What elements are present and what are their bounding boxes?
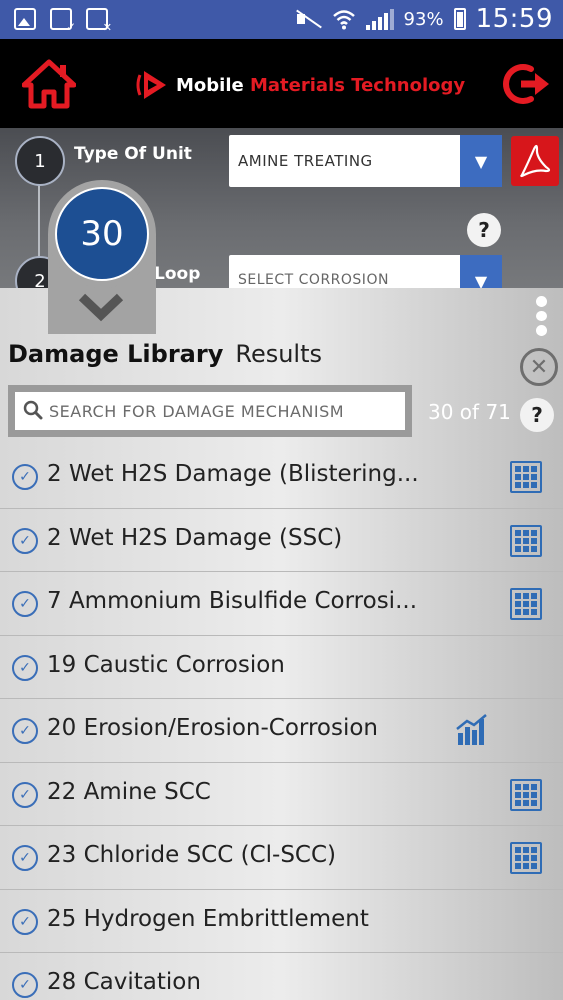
search-icon [23, 400, 43, 420]
list-item[interactable]: ✓ 22 Amine SCC [0, 763, 563, 826]
checkmark-icon[interactable]: ✓ [12, 591, 38, 617]
damage-mechanism-name: 7 Ammonium Bisulfide Corrosi... [47, 588, 417, 614]
damage-mechanism-name: 25 Hydrogen Embrittlement [47, 905, 369, 932]
brand-name: Mobile Materials Technology [176, 75, 465, 96]
dropdown-arrow-icon[interactable]: ▼ [460, 135, 502, 187]
home-icon [21, 59, 77, 109]
damage-library-panel: Damage Library Results ✕ 30 of 71 ? ✓ 2 We… [0, 288, 563, 1000]
corrosion-loop-value: SELECT CORROSION [238, 272, 389, 288]
checkmark-icon[interactable]: ✓ [12, 972, 38, 998]
checkmark-icon[interactable]: ✓ [12, 845, 38, 871]
notification-icons [14, 8, 112, 34]
grid-icon[interactable] [510, 842, 542, 874]
more-dot-icon [535, 296, 547, 307]
clock: 15:59 [475, 4, 553, 34]
close-button[interactable]: ✕ [520, 348, 558, 386]
search-container [8, 385, 412, 437]
gallery-notification-icon [14, 8, 36, 30]
help-button[interactable]: ? [467, 213, 501, 247]
checkmark-icon[interactable]: ✓ [12, 464, 38, 490]
tab-damage-library[interactable]: Damage Library [8, 340, 223, 368]
result-count: 30 of 71 [428, 400, 511, 424]
damage-mechanism-name: 20 Erosion/Erosion-Corrosion [47, 715, 379, 741]
checkmark-icon[interactable]: ✓ [12, 654, 38, 681]
more-dot-icon [535, 325, 547, 337]
checkmark-icon[interactable]: ✓ [12, 908, 38, 935]
grid-icon[interactable] [510, 778, 542, 811]
step-1-label: Type Of Unit [74, 144, 192, 164]
more-options-button[interactable] [534, 296, 548, 337]
damage-mechanism-name: 2 Wet H2S Damage (Blistering... [47, 461, 419, 487]
checkmark-icon[interactable]: ✓ [12, 718, 38, 744]
selected-count-badge[interactable]: 30 [55, 187, 149, 281]
app-header: Mobile Materials Technology [0, 39, 563, 128]
spreadsheet-error-icon [86, 8, 112, 34]
system-icons: 93% 15:59 [294, 4, 553, 34]
list-item[interactable]: ✓ 2 Wet H2S Damage (Blistering... [0, 445, 563, 509]
mmt-logo-icon [136, 71, 166, 99]
unit-type-select[interactable]: AMINE TREATING ▼ [229, 135, 502, 187]
list-item[interactable]: ✓ 2 Wet H2S Damage (SSC) [0, 509, 563, 572]
dropdown-arrow-icon[interactable]: ▼ [460, 255, 502, 288]
document-check-icon [50, 8, 76, 34]
unit-type-value: AMINE TREATING [238, 152, 373, 170]
chevron-down-icon[interactable] [78, 293, 124, 323]
status-bar: 93% 15:59 [0, 0, 563, 39]
checkmark-icon[interactable]: ✓ [12, 781, 38, 808]
grid-icon[interactable] [510, 588, 542, 620]
list-item[interactable]: ✓ 7 Ammonium Bisulfide Corrosi... [0, 572, 563, 636]
more-dot-icon [535, 310, 547, 322]
list-item[interactable]: ✓ 23 Chloride SCC (Cl-SCC) [0, 826, 563, 890]
brand-name-part2: Materials Technology [250, 74, 466, 96]
battery-percent: 93% [403, 8, 444, 30]
grid-icon[interactable] [510, 524, 542, 557]
wifi-icon [332, 10, 355, 30]
chart-icon[interactable] [455, 713, 489, 747]
battery-icon [453, 8, 466, 30]
search-input[interactable] [49, 392, 403, 430]
damage-list: ✓ 2 Wet H2S Damage (Blistering... ✓ 2 Wet H… [0, 445, 563, 1000]
damage-mechanism-name: 19 Caustic Corrosion [47, 651, 285, 678]
panel-title: Damage Library Results [8, 340, 322, 368]
step-1-indicator: 1 [15, 136, 65, 186]
damage-mechanism-name: 22 Amine SCC [47, 778, 211, 805]
list-item[interactable]: ✓ 20 Erosion/Erosion-Corrosion [0, 699, 563, 763]
search-box[interactable] [15, 392, 405, 430]
pdf-icon [520, 144, 551, 178]
home-button[interactable] [21, 59, 77, 109]
help-button[interactable]: ? [520, 398, 554, 432]
pdf-button[interactable] [511, 136, 559, 186]
brand-name-part1: Mobile [176, 74, 244, 96]
damage-mechanism-name: 2 Wet H2S Damage (SSC) [47, 524, 343, 551]
damage-mechanism-name: 28 Cavitation [47, 969, 201, 995]
checkmark-icon[interactable]: ✓ [12, 527, 38, 554]
list-item[interactable]: ✓ 19 Caustic Corrosion [0, 636, 563, 699]
tab-results[interactable]: Results [235, 340, 322, 368]
corrosion-loop-select[interactable]: SELECT CORROSION ▼ [229, 255, 502, 288]
grid-icon[interactable] [510, 461, 542, 493]
mute-icon [294, 8, 322, 30]
logout-icon [503, 64, 549, 104]
list-item[interactable]: ✓ 25 Hydrogen Embrittlement [0, 890, 563, 953]
logout-button[interactable] [501, 61, 551, 107]
brand-logo: Mobile Materials Technology [136, 69, 465, 101]
signal-icon [365, 8, 394, 30]
list-item[interactable]: ✓ 28 Cavitation [0, 953, 563, 1000]
damage-mechanism-name: 23 Chloride SCC (Cl-SCC) [47, 842, 337, 868]
